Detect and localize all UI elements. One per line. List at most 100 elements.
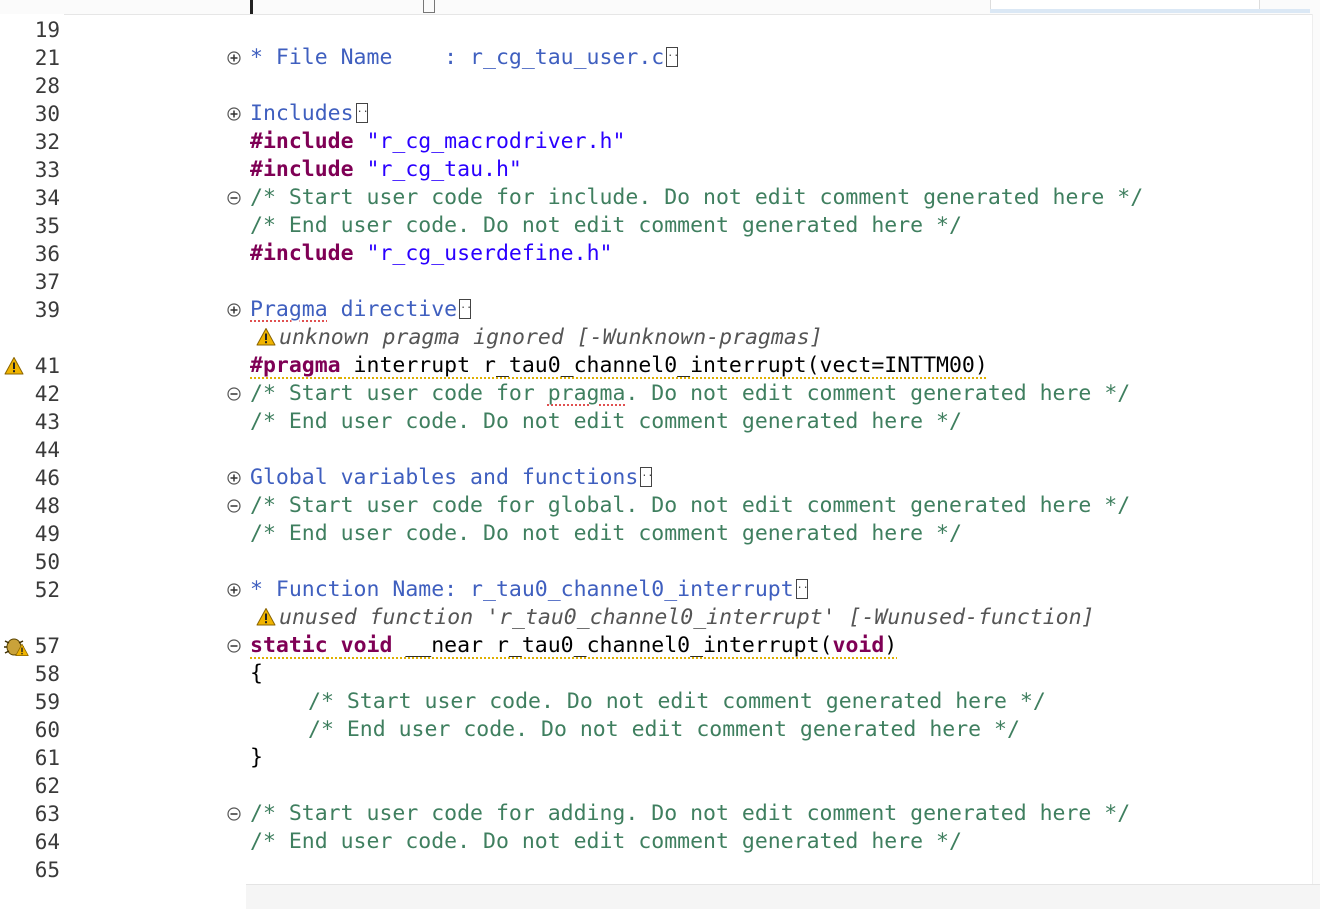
token: /* Start user code for include. Do not e…	[250, 185, 1144, 210]
code-editor[interactable]: 19 21 * File Name : r_cg_tau_user.c 28 30 Inc…	[0, 0, 1320, 909]
code-line[interactable]: 58 {	[0, 660, 1320, 688]
line-number: 62	[34, 774, 60, 798]
expand-fold-icon[interactable]	[227, 107, 241, 121]
token: #pragma	[250, 353, 341, 378]
token: __near r_tau0_channel0_interrupt(	[392, 633, 833, 658]
code-line[interactable]: 21 * File Name : r_cg_tau_user.c	[0, 44, 1320, 72]
token: {	[250, 661, 263, 686]
token: /* Start user code for	[250, 381, 548, 406]
expand-fold-icon[interactable]	[227, 51, 241, 65]
code-line[interactable]: 37	[0, 268, 1320, 296]
expand-fold-icon[interactable]	[227, 583, 241, 597]
token: /* Start user code for adding. Do not ed…	[250, 801, 1131, 826]
code-line[interactable]: 42 /* Start user code for pragma. Do not …	[0, 380, 1320, 408]
collapse-fold-icon[interactable]	[227, 807, 241, 821]
editor-tab-fragment[interactable]	[990, 0, 1260, 9]
overview-ruler[interactable]	[1312, 14, 1320, 884]
code-text: * Function Name: r_tau0_channel0_interru…	[250, 576, 809, 604]
token: /* End user code. Do not edit comment ge…	[250, 213, 962, 238]
folded-ellipsis-fragment	[423, 0, 435, 13]
token: #include	[250, 129, 354, 154]
code-line[interactable]: 34 /* Start user code for include. Do not…	[0, 184, 1320, 212]
code-line[interactable]: 65	[0, 856, 1320, 884]
expand-fold-icon[interactable]	[227, 471, 241, 485]
collapse-fold-icon[interactable]	[227, 387, 241, 401]
code-line[interactable]: 59 /* Start user code. Do not edit commen…	[0, 688, 1320, 716]
code-line[interactable]: 33 #include "r_cg_tau.h"	[0, 156, 1320, 184]
code-lines: 19 21 * File Name : r_cg_tau_user.c 28 30 Inc…	[0, 16, 1320, 884]
line-number: 46	[34, 466, 60, 490]
code-line[interactable]: 32 #include "r_cg_macrodriver.h"	[0, 128, 1320, 156]
code-line[interactable]: 57 static void __near r_tau0_channel0_int…	[0, 632, 1320, 660]
code-line[interactable]: 60 /* End user code. Do not edit comment …	[0, 716, 1320, 744]
token: /* End user code. Do not edit comment ge…	[250, 409, 962, 434]
token: * Function Name: r_tau0_channel0_interru…	[250, 577, 794, 602]
line-number: 50	[34, 550, 60, 574]
line-number: 19	[34, 18, 60, 42]
folded-region-ellipsis[interactable]	[795, 576, 809, 599]
code-text: static void __near r_tau0_channel0_inter…	[250, 632, 897, 660]
collapse-fold-icon[interactable]	[227, 499, 241, 513]
diagnostic-text: unknown pragma ignored [-Wunknown-pragma…	[250, 324, 823, 355]
folded-region-ellipsis[interactable]	[355, 100, 369, 123]
code-text: }	[250, 744, 263, 772]
code-text: * File Name : r_cg_tau_user.c	[250, 44, 679, 72]
code-text: /* End user code. Do not edit comment ge…	[250, 408, 962, 436]
diagnostic-warning-wrap	[256, 607, 276, 635]
line-number: 63	[34, 802, 60, 826]
code-text: /* Start user code for include. Do not e…	[250, 184, 1143, 212]
code-line[interactable]: 44	[0, 436, 1320, 464]
bug-warning-icon	[4, 638, 29, 656]
diagnostic-warning-wrap	[256, 327, 276, 355]
code-line[interactable]: 48 /* Start user code for global. Do not …	[0, 492, 1320, 520]
code-line[interactable]: 50	[0, 548, 1320, 576]
code-line[interactable]: 35 /* End user code. Do not edit comment …	[0, 212, 1320, 240]
code-line[interactable]: 63 /* Start user code for adding. Do not …	[0, 800, 1320, 828]
code-text: /* Start user code for pragma. Do not ed…	[250, 380, 1130, 408]
code-line[interactable]: 28	[0, 72, 1320, 100]
line-number: 43	[34, 410, 60, 434]
folded-region-ellipsis[interactable]	[640, 464, 653, 487]
line-number: 60	[34, 718, 60, 742]
code-line[interactable]: 36 #include "r_cg_userdefine.h"	[0, 240, 1320, 268]
horizontal-scrollbar[interactable]	[246, 884, 1320, 909]
token: }	[250, 745, 263, 770]
code-line[interactable]: 43 /* End user code. Do not edit comment …	[0, 408, 1320, 436]
code-text: /* End user code. Do not edit comment ge…	[250, 520, 962, 548]
token: /* Start user code. Do not edit comment …	[308, 689, 1046, 714]
folded-region-ellipsis[interactable]	[666, 44, 679, 67]
collapse-fold-icon[interactable]	[227, 191, 241, 205]
code-line[interactable]: 62	[0, 772, 1320, 800]
token: void	[832, 633, 885, 658]
caret-fragment	[250, 0, 253, 14]
code-line[interactable]: 39 Pragma directive	[0, 296, 1320, 324]
code-line[interactable]: 19	[0, 16, 1320, 44]
code-line[interactable]: 64 /* End user code. Do not edit comment …	[0, 828, 1320, 856]
token: /* End user code. Do not edit comment ge…	[250, 829, 962, 854]
code-line[interactable]: 61}	[0, 744, 1320, 772]
tab-highlight	[990, 9, 1310, 13]
line-number: 48	[34, 494, 60, 518]
line-number: 28	[34, 74, 60, 98]
code-line[interactable]: 49 /* End user code. Do not edit comment …	[0, 520, 1320, 548]
code-line[interactable]: 52 * Function Name: r_tau0_channel0_inter…	[0, 576, 1320, 604]
previous-line-fragment	[0, 0, 1320, 15]
warning-icon	[256, 328, 276, 346]
warning-icon	[256, 608, 276, 626]
line-number: 21	[34, 46, 60, 70]
token: pragma	[547, 381, 626, 406]
code-line[interactable]: 30 Includes	[0, 100, 1320, 128]
code-line[interactable]: 46 Global variables and functions	[0, 464, 1320, 492]
collapse-fold-icon[interactable]	[227, 639, 241, 653]
expand-fold-icon[interactable]	[227, 303, 241, 317]
line-number: 32	[34, 130, 60, 154]
code-line[interactable]: 41 #pragma interrupt r_tau0_channel0_inte…	[0, 352, 1320, 380]
token: Pragma	[250, 297, 328, 322]
folded-region-ellipsis[interactable]	[459, 296, 472, 319]
token: "r_cg_macrodriver.h"	[366, 129, 626, 154]
code-text: /* End user code. Do not edit comment ge…	[250, 212, 962, 240]
token: /* End user code. Do not edit comment ge…	[308, 717, 1020, 742]
